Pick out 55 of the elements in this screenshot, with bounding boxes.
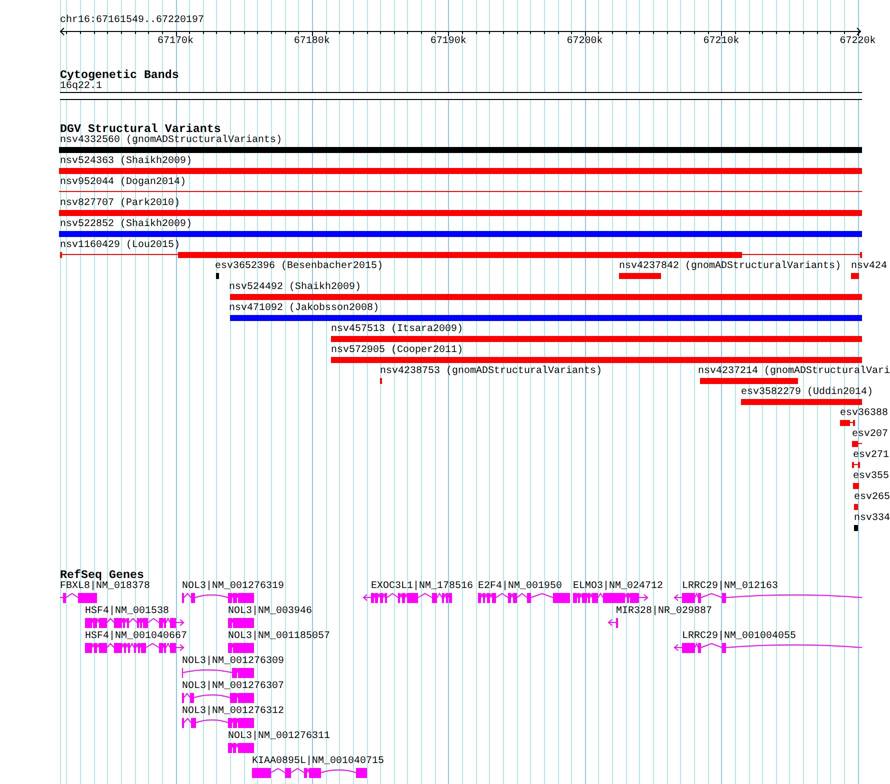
variant-label: esv3582279 (Uddin2014) [741, 387, 874, 399]
gene-label: HSF4|NM_001040667 [85, 631, 188, 643]
gene-label: FBXL8|NM_018378 [60, 581, 150, 593]
tick-label: 67220k [840, 36, 876, 48]
variant-label: nsv522852 (Shaikh2009) [60, 219, 192, 231]
gene-label: NOL3|NM_001276319 [182, 581, 284, 593]
variant-label: nsv952044 (Dogan2014) [60, 177, 186, 189]
gene-label: NOL3|NM_001276311 [228, 731, 330, 743]
tick-label: 67180k [294, 36, 330, 48]
gene-label: NOL3|NM_001185057 [228, 631, 330, 643]
variant-label: esv265 [854, 492, 890, 504]
gene-label: E2F4|NM_001950 [478, 581, 562, 593]
gene-label: NOL3|NM_001276312 [182, 706, 284, 718]
variant-label: esv355 [853, 471, 890, 483]
band-label: 16q22.1 [60, 81, 102, 92]
variant-label: nsv4238753 (gnomADStructuralVariants) [380, 366, 602, 378]
gene-model-drawing [228, 743, 255, 753]
gene-label: LRRC29|NM_001004055 [682, 631, 796, 643]
tick-label: 67170k [158, 36, 194, 48]
gene-label: LRRC29|NM_012163 [682, 581, 778, 593]
track-title: RefSeq Genes [60, 569, 144, 581]
gene-label: ELMO3|NM_024712 [573, 581, 664, 593]
variant-label: nsv4332560 (gnomADStructuralVariants) [60, 135, 282, 147]
gene-label: NOL3|NM_003946 [228, 606, 312, 618]
variant-label: esv271 [853, 450, 890, 462]
variant-label: esv36388 [840, 408, 888, 420]
tick-label: 67200k [566, 36, 603, 48]
gene-model-drawing [608, 618, 619, 628]
gene-model-drawing [228, 643, 255, 653]
variant-label: nsv457513 (Itsara2009) [331, 324, 464, 336]
gene-label: MIR328|NR_029887 [616, 606, 712, 618]
track-title: DGV Structural Variants [60, 123, 221, 135]
gene-label: EXOC3L1|NM_178516 [371, 581, 474, 593]
tick-label: 67190k [430, 36, 466, 48]
track-title: Cytogenetic Bands [60, 69, 179, 81]
gene-label: HSF4|NM_001538 [85, 606, 170, 618]
variant-label: nsv4237842 (gnomADStructuralVariants) [619, 261, 842, 273]
variant-label: nsv334 [854, 513, 890, 525]
variant-label: nsv4237214 (gnomADStructuralVari [698, 366, 890, 378]
gene-model-drawing [228, 618, 255, 628]
variant-label: esv3652396 (Besenbacher2015) [215, 261, 384, 273]
variant-label: nsv524363 (Shaikh2009) [60, 156, 192, 168]
variant-label: nsv424 [851, 261, 888, 273]
gene-label: NOL3|NM_001276307 [182, 681, 284, 693]
tick-label: 67210k [703, 36, 740, 48]
gene-label: KIAA0895L|NM_001040715 [252, 756, 384, 768]
variant-label: nsv827707 (Park2010) [60, 198, 180, 210]
variant-label: nsv1160429 (Lou2015) [60, 240, 180, 252]
variant-label: nsv524492 (Shaikh2009) [229, 282, 362, 294]
variant-label: esv207 [852, 429, 888, 441]
variant-label: nsv572905 (Cooper2011) [331, 345, 464, 357]
gene-label: NOL3|NM_001276309 [182, 656, 284, 668]
gene-model-drawing [60, 593, 98, 603]
variant-label: nsv471092 (Jakobsson2008) [229, 303, 380, 315]
region-label: chr16:67161549..67220197 [60, 15, 204, 27]
